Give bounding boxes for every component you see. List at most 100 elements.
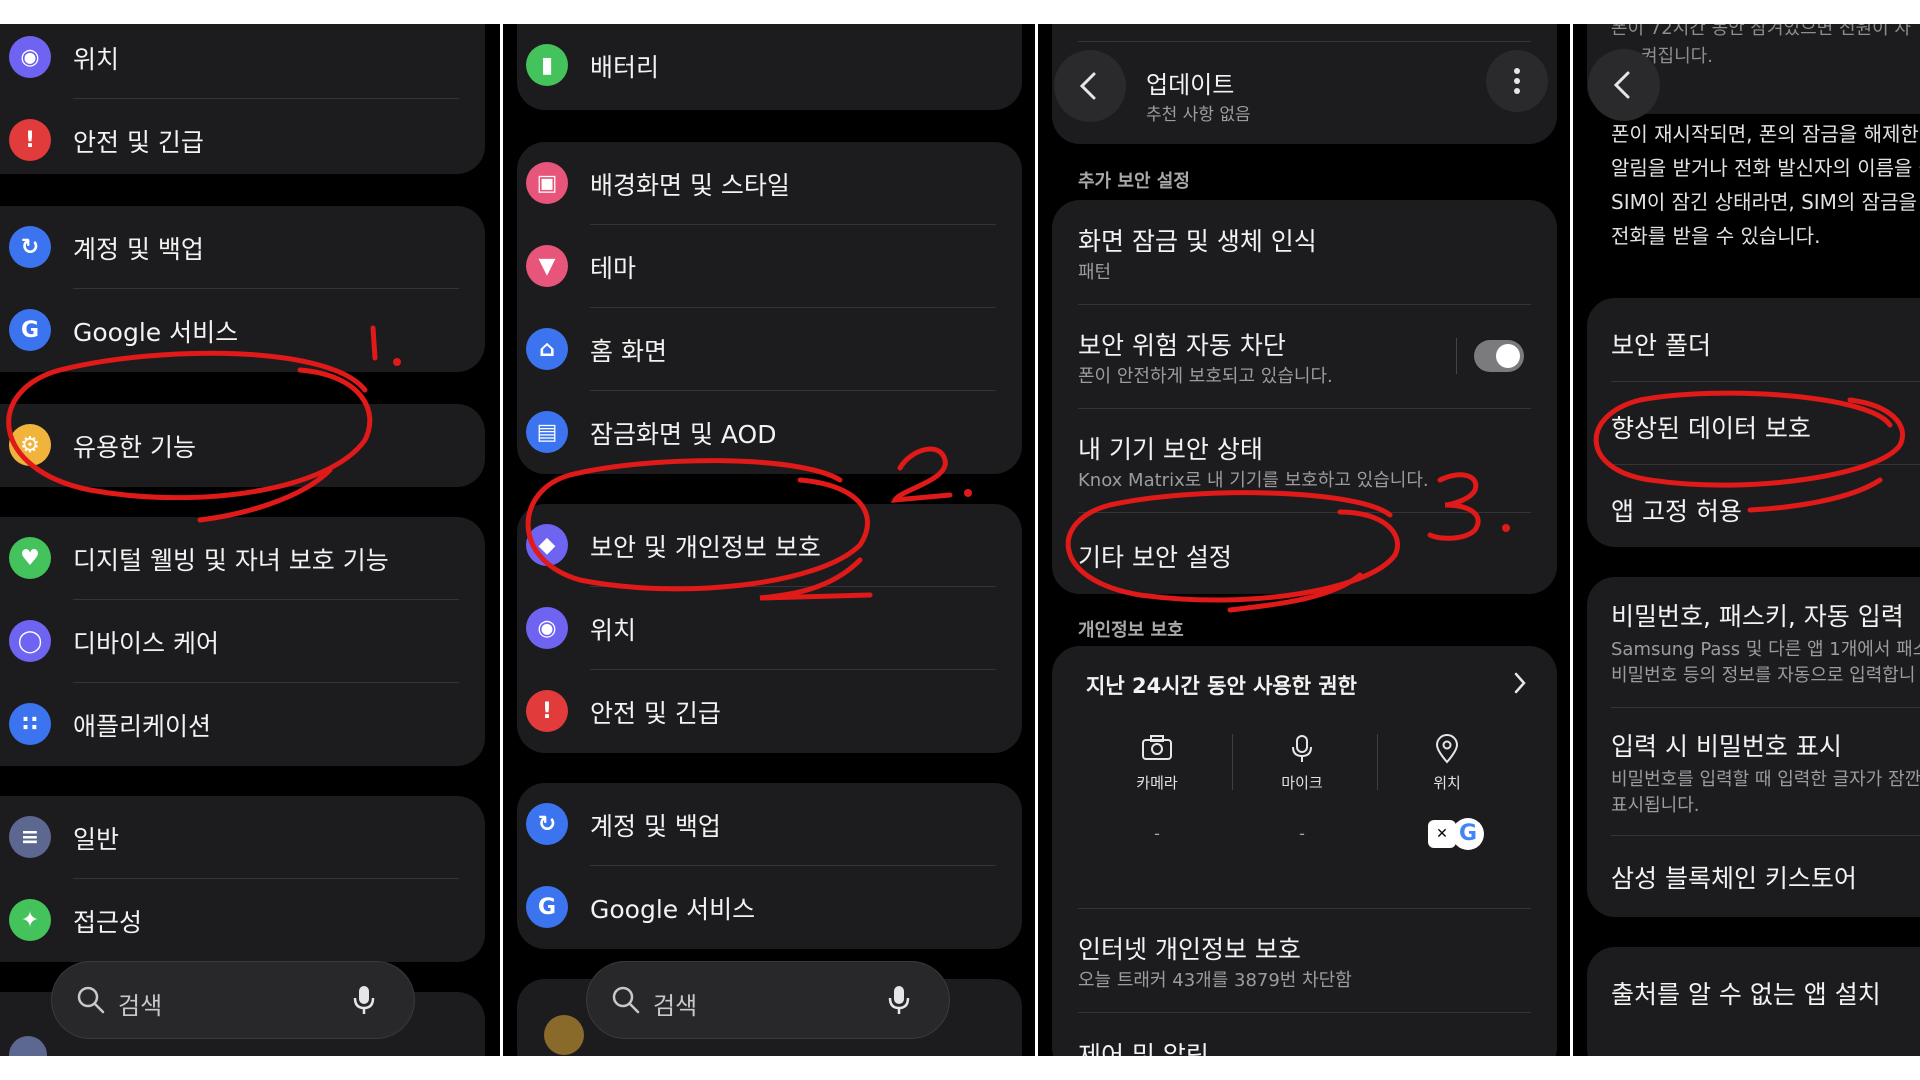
passwords-autofill-subtitle: Samsung Pass 및 다른 앱 1개에서 패스 <box>1611 639 1920 660</box>
search-placeholder: 검색 <box>118 992 163 1020</box>
home-icon: ⌂ <box>526 328 568 370</box>
location-pin-icon: ◉ <box>9 36 51 78</box>
google-icon: G <box>1452 818 1484 850</box>
restart-description-line: 폰이 재시작되면, 폰의 잠금을 해제한 후 <box>1611 122 1920 146</box>
settings-item-location[interactable]: ◉ 위치 <box>0 24 485 99</box>
update-card: 업데이트 추천 사항 없음 <box>1052 24 1557 144</box>
settings-item-safety[interactable]: ! 안전 및 긴급 <box>517 670 1022 753</box>
settings-item-device-care[interactable]: ◯ 디바이스 케어 <box>0 600 485 683</box>
settings-item-google[interactable]: G Google 서비스 <box>517 866 1022 949</box>
settings-item-label: 위치 <box>590 616 637 645</box>
show-passwords-item[interactable]: 입력 시 비밀번호 표시 비밀번호를 입력할 때 입력한 글자가 잠깐 표시됩니… <box>1587 707 1920 835</box>
settings-item-label: 유용한 기능 <box>73 433 196 462</box>
settings-item-accounts[interactable]: ↻ 계정 및 백업 <box>517 783 1022 866</box>
location-usage-apps: ✕ G <box>1428 818 1488 850</box>
settings-item-useful-features[interactable]: ⚙ 유용한 기능 <box>0 404 485 487</box>
permission-camera[interactable]: 카메라 <box>1092 734 1222 804</box>
secure-folder-card: 보안 폴더 향상된 데이터 보호 앱 고정 허용 <box>1587 298 1920 547</box>
app-icon-partial <box>9 1036 47 1056</box>
extra-security-card: 화면 잠금 및 생체 인식 패턴 보안 위험 자동 차단 폰이 안전하게 보호되… <box>1052 200 1557 594</box>
passwords-autofill-title: 비밀번호, 패스키, 자동 입력 <box>1611 602 1904 631</box>
settings-item-theme[interactable]: ▼ 테마 <box>517 225 1022 308</box>
alert-icon: ! <box>9 119 51 161</box>
settings-card-accounts: ↻ 계정 및 백업 G Google 서비스 <box>517 783 1022 949</box>
passwords-autofill-item[interactable]: 비밀번호, 패스키, 자동 입력 Samsung Pass 및 다른 앱 1개에… <box>1587 577 1920 707</box>
auto-block-title: 보안 위험 자동 차단 <box>1078 331 1286 360</box>
permissions-used-item[interactable]: 지난 24시간 동안 사용한 권한 <box>1052 646 1557 720</box>
auto-block-item[interactable]: 보안 위험 자동 차단 폰이 안전하게 보호되고 있습니다. <box>1052 304 1557 408</box>
permission-microphone[interactable]: 마이크 <box>1237 734 1367 804</box>
sync-icon: ↻ <box>9 226 51 268</box>
controls-alerts-item[interactable]: 제어 및 알림 <box>1078 1036 1209 1056</box>
settings-item-safety[interactable]: ! 안전 및 긴급 <box>0 99 485 174</box>
secure-folder-item[interactable]: 보안 폴더 <box>1611 326 1711 362</box>
settings-item-battery[interactable]: ▮ 배터리 <box>517 24 1022 107</box>
settings-item-label: 테마 <box>590 254 637 283</box>
settings-item-security-privacy[interactable]: ◆ 보안 및 개인정보 보호 <box>517 504 1022 587</box>
app-pinning-item[interactable]: 앱 고정 허용 <box>1611 492 1742 528</box>
install-unknown-apps-item[interactable]: 출처를 알 수 없는 앱 설치 <box>1611 975 1881 1011</box>
passwords-card: 비밀번호, 패스키, 자동 입력 Samsung Pass 및 다른 앱 1개에… <box>1587 577 1920 917</box>
settings-item-label: 계정 및 백업 <box>73 235 204 264</box>
apps-icon: ∷ <box>9 703 51 745</box>
auto-block-toggle[interactable] <box>1474 340 1524 372</box>
permission-location[interactable]: 위치 <box>1382 734 1512 804</box>
settings-item-label: 보안 및 개인정보 보호 <box>590 533 821 562</box>
settings-item-label: 안전 및 긴급 <box>73 128 204 157</box>
settings-item-accessibility[interactable]: ✦ 접근성 <box>0 879 485 962</box>
device-security-status-item[interactable]: 내 기기 보안 상태 Knox Matrix로 내 기기를 보호하고 있습니다. <box>1052 408 1557 512</box>
microphone-icon[interactable] <box>352 984 376 1016</box>
settings-card-display: ▣ 배경화면 및 스타일 ▼ 테마 ⌂ 홈 화면 ▤ 잠금화면 및 AOD <box>517 142 1022 474</box>
restart-description-line: 알림을 받거나 전화 발신자의 이름을 볼 <box>1611 156 1920 180</box>
camera-usage-value: - <box>1154 824 1160 843</box>
update-subtitle: 추천 사항 없음 <box>1146 105 1251 125</box>
enhanced-data-protection-item[interactable]: 향상된 데이터 보호 <box>1611 409 1811 445</box>
permissions-used-title: 지난 24시간 동안 사용한 권한 <box>1086 674 1357 698</box>
settings-card-location-safety: ◉ 위치 ! 안전 및 긴급 <box>0 24 485 174</box>
blockchain-keystore-item[interactable]: 삼성 블록체인 키스토어 <box>1611 859 1857 895</box>
other-security-panel: 폰이 72시간 동안 잠겨있으면 전원이 자 켜집니다. 폰이 재시작되면, 폰… <box>1573 24 1920 1056</box>
screen-lock-item[interactable]: 화면 잠금 및 생체 인식 패턴 <box>1052 200 1557 304</box>
settings-item-lockscreen[interactable]: ▤ 잠금화면 및 AOD <box>517 391 1022 474</box>
search-bar[interactable]: 검색 <box>52 962 414 1038</box>
microphone-label: 마이크 <box>1281 774 1323 792</box>
settings-panel-2: ▮ 배터리 ▣ 배경화면 및 스타일 ▼ 테마 ⌂ 홈 화면 ▤ 잠금화면 및 … <box>503 24 1035 1056</box>
settings-card-accounts: ↻ 계정 및 백업 G Google 서비스 <box>0 206 485 372</box>
settings-item-general[interactable]: ≡ 일반 <box>0 796 485 879</box>
more-vertical-icon <box>1514 68 1520 94</box>
internet-privacy-subtitle: 오늘 트래커 43개를 3879번 차단함 <box>1078 970 1352 991</box>
settings-item-label: 위치 <box>73 45 120 74</box>
settings-item-location[interactable]: ◉ 위치 <box>517 587 1022 670</box>
microphone-icon <box>1292 735 1312 762</box>
settings-item-label: 홈 화면 <box>590 337 667 366</box>
settings-item-wallpaper[interactable]: ▣ 배경화면 및 스타일 <box>517 142 1022 225</box>
back-button[interactable] <box>1588 49 1660 121</box>
accessibility-icon: ✦ <box>9 899 51 941</box>
search-icon <box>77 986 105 1014</box>
search-placeholder: 검색 <box>653 992 698 1020</box>
settings-item-google[interactable]: G Google 서비스 <box>0 289 485 372</box>
shield-icon: ◆ <box>526 524 568 566</box>
show-passwords-title: 입력 시 비밀번호 표시 <box>1611 732 1842 761</box>
screen-lock-subtitle: 패턴 <box>1078 262 1112 283</box>
settings-item-accounts[interactable]: ↻ 계정 및 백업 <box>0 206 485 289</box>
more-options-button[interactable] <box>1486 50 1548 112</box>
show-passwords-subtitle: 표시됩니다. <box>1611 795 1700 816</box>
settings-item-label: 안전 및 긴급 <box>590 699 721 728</box>
microphone-icon[interactable] <box>887 984 911 1016</box>
internet-privacy-item[interactable]: 인터넷 개인정보 보호 오늘 트래커 43개를 3879번 차단함 <box>1052 908 1557 1012</box>
section-header-extra-security: 추가 보안 설정 <box>1078 171 1190 192</box>
settings-item-digital-wellbeing[interactable]: ♥ 디지털 웰빙 및 자녀 보호 기능 <box>0 517 485 600</box>
other-security-settings-item[interactable]: 기타 보안 설정 <box>1052 512 1557 594</box>
settings-card-security: ◆ 보안 및 개인정보 보호 ◉ 위치 ! 안전 및 긴급 <box>517 504 1022 753</box>
settings-item-home-screen[interactable]: ⌂ 홈 화면 <box>517 308 1022 391</box>
theme-icon: ▼ <box>526 245 568 287</box>
lock-icon: ▤ <box>526 411 568 453</box>
settings-item-label: 잠금화면 및 AOD <box>590 420 777 449</box>
internet-privacy-title: 인터넷 개인정보 보호 <box>1078 935 1301 964</box>
back-button[interactable] <box>1054 50 1126 122</box>
settings-item-applications[interactable]: ∷ 애플리케이션 <box>0 683 485 766</box>
other-security-title: 기타 보안 설정 <box>1078 543 1232 572</box>
search-bar[interactable]: 검색 <box>587 962 949 1038</box>
settings-card-general: ≡ 일반 ✦ 접근성 <box>0 796 485 962</box>
